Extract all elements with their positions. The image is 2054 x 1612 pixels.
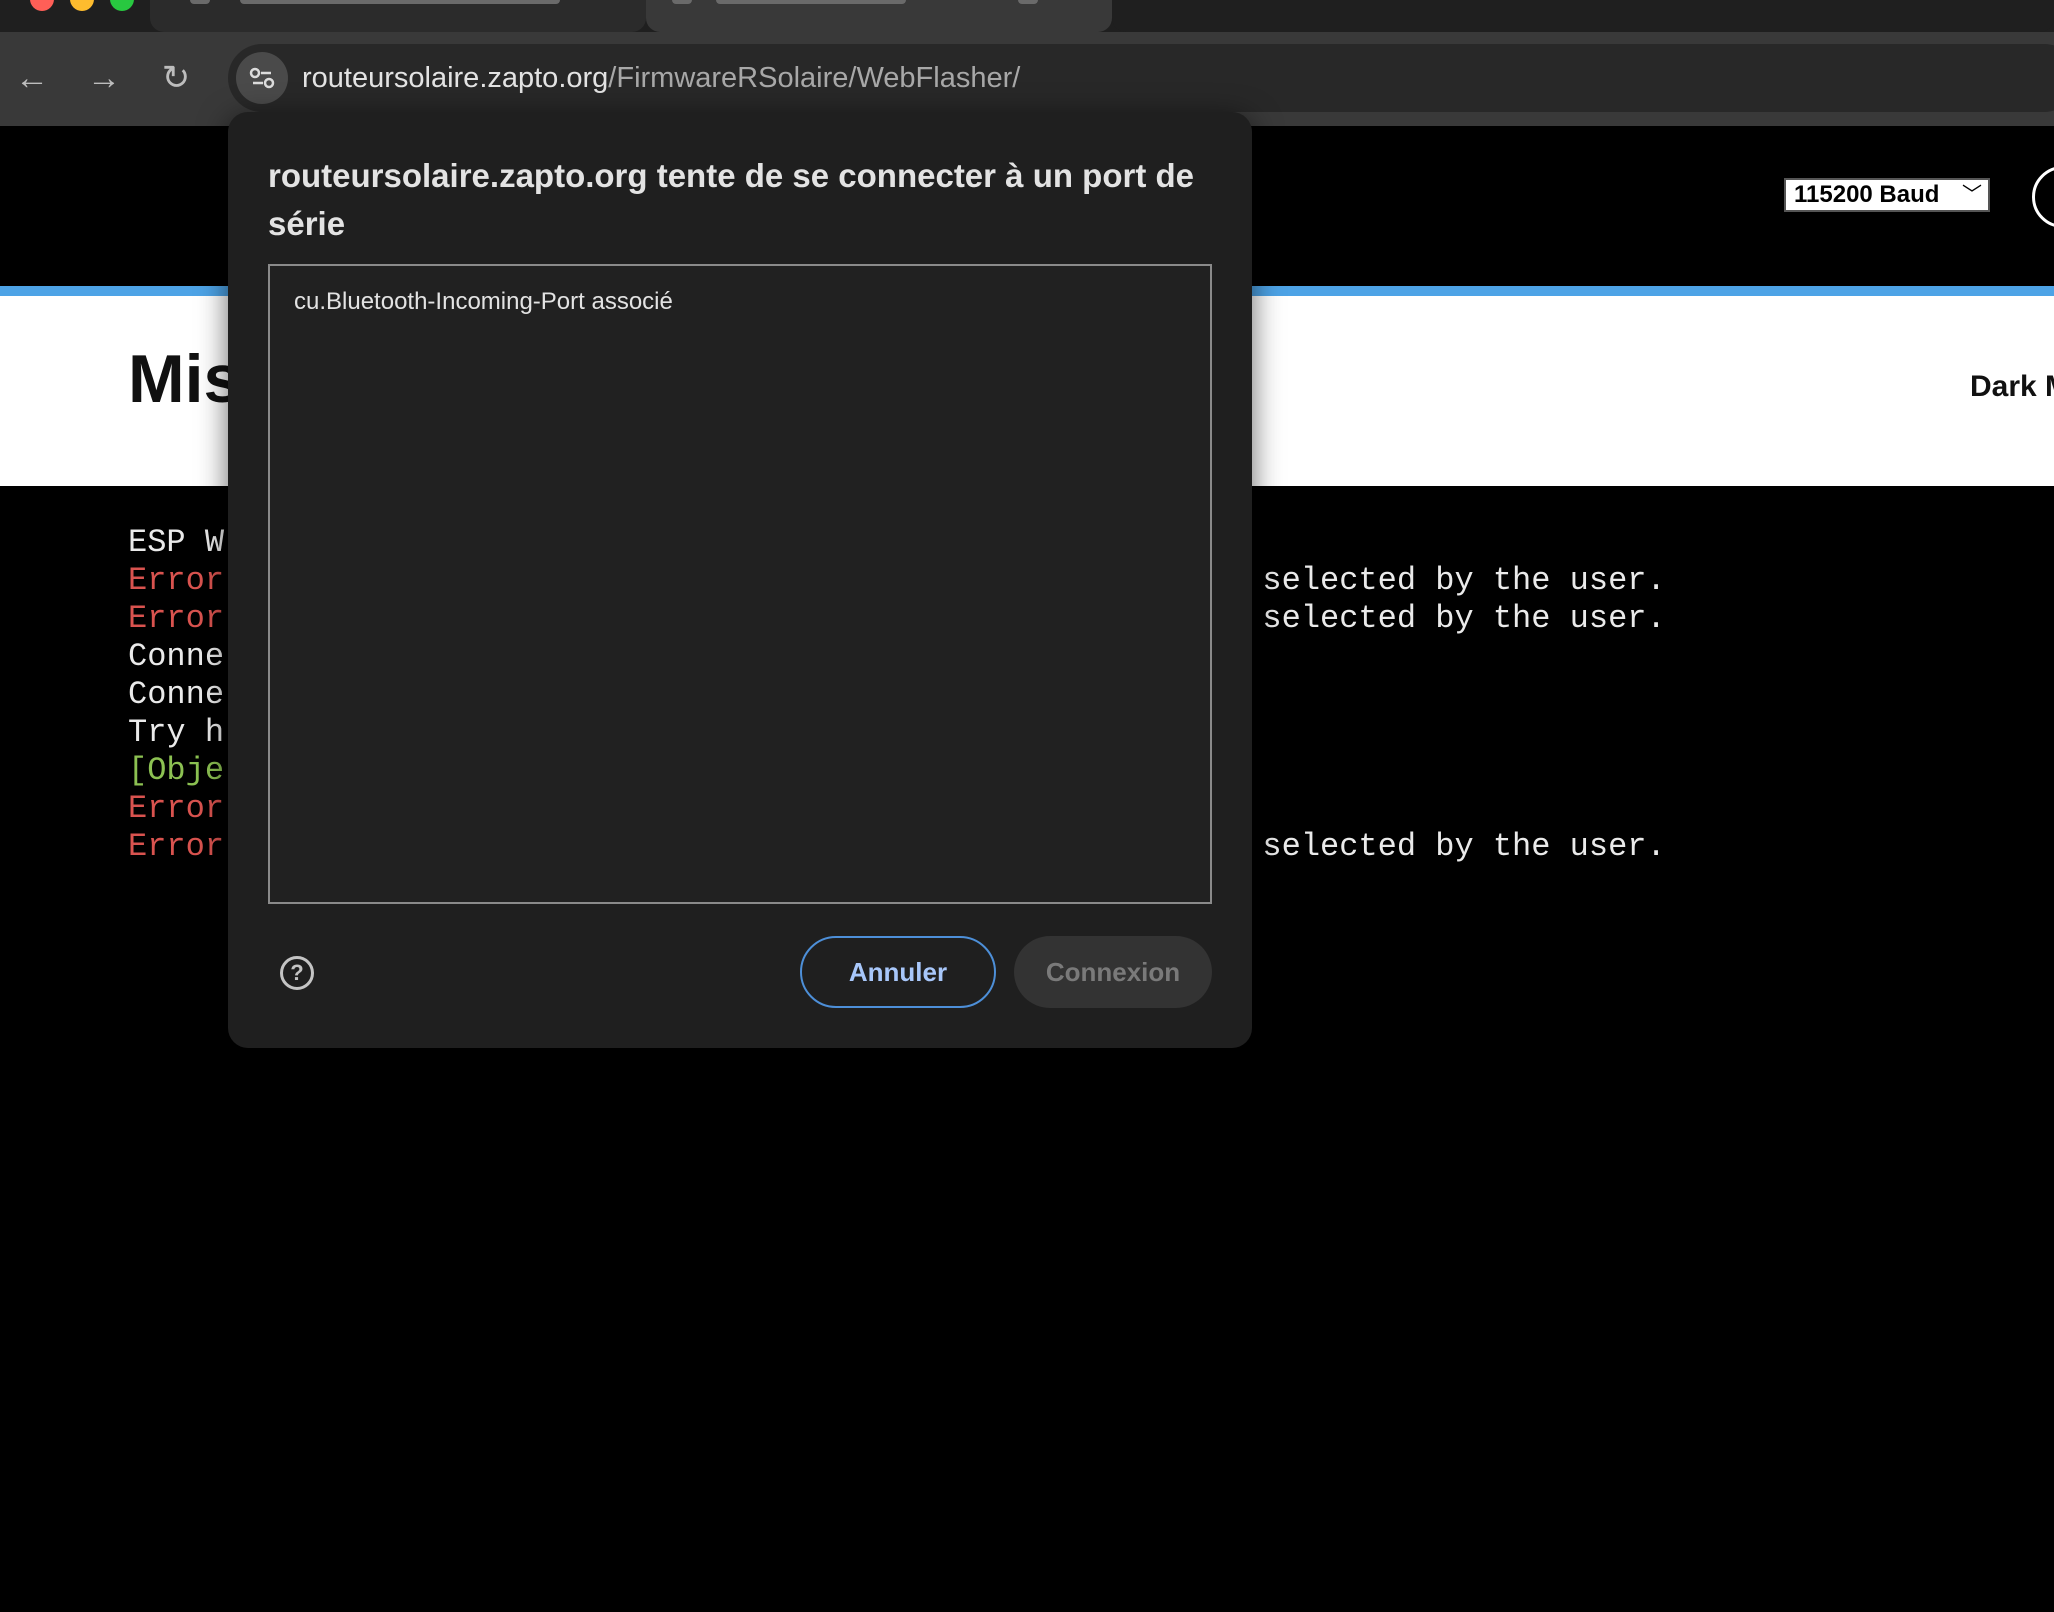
connect-button[interactable]: Connexion: [1014, 936, 1212, 1008]
tab-title-fragment: [190, 0, 210, 4]
serial-port-dialog: routeursolaire.zapto.org tente de se con…: [228, 112, 1252, 1048]
console-output: ESP W Error Error Conne Conne Try h [Obj…: [128, 524, 1666, 1042]
port-list[interactable]: cu.Bluetooth-Incoming-Port associé: [268, 264, 1212, 904]
console-line-tail: t selected by the user.: [1224, 600, 1666, 637]
browser-tab-3[interactable]: [1112, 0, 2054, 32]
chevron-down-icon: ﹀: [1962, 184, 1982, 206]
site-settings-icon[interactable]: [236, 52, 288, 104]
url-text[interactable]: routeursolaire.zapto.org/FirmwareRSolair…: [302, 58, 1020, 98]
close-window-button[interactable]: [30, 0, 54, 11]
console-line: Error: [128, 828, 225, 865]
port-list-item[interactable]: cu.Bluetooth-Incoming-Port associé: [294, 288, 673, 316]
page-title: Mis: [128, 341, 242, 417]
console-line: Conne: [128, 676, 225, 713]
forward-icon[interactable]: →: [84, 58, 124, 98]
console-line: Conne: [128, 638, 225, 675]
cancel-button[interactable]: Annuler: [800, 936, 996, 1008]
url-host: routeursolaire.zapto.org: [302, 62, 609, 94]
console-line: Error: [128, 790, 225, 827]
tab-media-icon[interactable]: [1018, 0, 1038, 4]
reload-icon[interactable]: ↻: [156, 58, 196, 98]
console-line: ESP W: [128, 524, 225, 561]
console-line: [Obje: [128, 752, 225, 789]
console-line: Error: [128, 562, 225, 599]
tab-title-fragment: [672, 0, 692, 4]
tab-strip: [0, 0, 2054, 32]
back-icon[interactable]: ←: [12, 58, 52, 98]
console-line-tail: t selected by the user.: [1224, 562, 1666, 599]
dark-mode-toggle-label[interactable]: Dark M: [1970, 370, 2054, 404]
url-path: /FirmwareRSolaire/WebFlasher/: [608, 62, 1021, 94]
maximize-window-button[interactable]: [110, 0, 134, 11]
tab-title-fragment: [716, 0, 906, 4]
minimize-window-button[interactable]: [70, 0, 94, 11]
console-line: Error: [128, 600, 225, 637]
dialog-title: routeursolaire.zapto.org tente de se con…: [268, 157, 1194, 242]
console-line-tail: t selected by the user.: [1224, 828, 1666, 865]
baud-rate-value: 115200 Baud: [1794, 181, 1940, 208]
console-line: Try h: [128, 714, 225, 751]
browser-tab-2-active[interactable]: [646, 0, 1112, 32]
browser-tab-1[interactable]: [150, 0, 646, 32]
baud-rate-select[interactable]: 115200 Baud ﹀: [1784, 178, 1990, 212]
help-icon[interactable]: ?: [280, 956, 314, 990]
tab-title-fragment: [240, 0, 560, 4]
